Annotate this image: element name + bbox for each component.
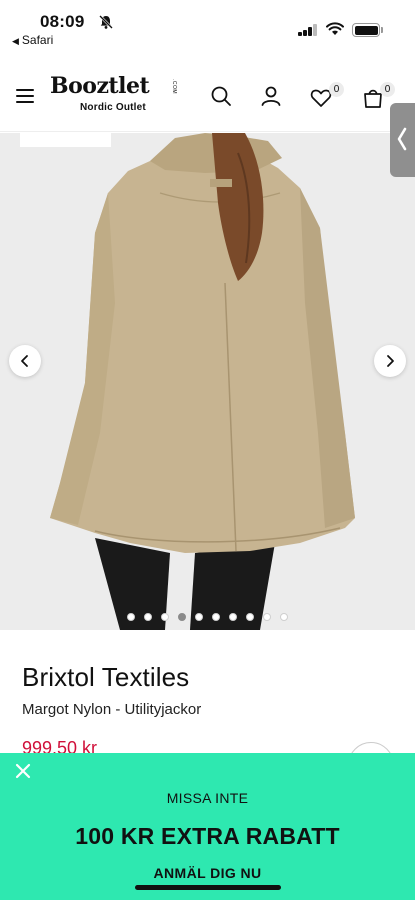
product-name: Margot Nylon - Utilityjackor [22, 701, 202, 718]
gallery-dot[interactable] [246, 613, 254, 621]
logo-subtitle: Nordic Outlet [80, 102, 146, 113]
gallery-dot[interactable] [212, 613, 220, 621]
menu-icon[interactable] [16, 89, 34, 103]
search-icon[interactable] [209, 84, 233, 108]
cellular-signal-icon [298, 24, 318, 36]
side-drawer-tab[interactable] [390, 103, 415, 177]
back-app-label: Safari [21, 33, 54, 47]
gallery-dot[interactable] [263, 613, 271, 621]
chevron-right-icon [387, 355, 394, 367]
gallery-pagination [0, 613, 415, 623]
product-image-gallery[interactable] [0, 133, 415, 630]
product-brand[interactable]: Brixtol Textiles [22, 662, 189, 693]
wishlist-count-badge: 0 [329, 82, 344, 97]
gallery-dot[interactable] [127, 613, 135, 621]
gallery-dot[interactable] [229, 613, 237, 621]
account-icon[interactable] [259, 84, 283, 108]
gallery-dot[interactable] [161, 613, 169, 621]
promo-kicker: MISSA INTE [166, 790, 249, 806]
home-indicator[interactable] [135, 885, 281, 890]
chevron-left-icon [397, 127, 407, 151]
promo-title: 100 KR EXTRA RABATT [75, 823, 340, 849]
status-time: 08:09 [40, 12, 85, 31]
bell-off-icon [99, 15, 113, 29]
booztlet-logo[interactable]: Booztlet .COM Nordic Outlet [50, 73, 180, 121]
close-icon[interactable] [14, 762, 32, 780]
product-photo [0, 133, 415, 630]
promo-signup-link[interactable]: ANMÄL DIG NU [0, 865, 415, 881]
gallery-next-button[interactable] [374, 345, 406, 377]
cart-count-badge: 0 [380, 82, 395, 97]
back-triangle-icon: ◀ [12, 36, 19, 46]
wifi-icon [326, 22, 344, 35]
back-to-app-link[interactable]: ◀ Safari [12, 33, 53, 47]
gallery-dot[interactable] [178, 613, 186, 621]
gallery-dot[interactable] [144, 613, 152, 621]
gallery-dot[interactable] [195, 613, 203, 621]
status-bar: 08:09 ◀ Safari [0, 0, 415, 60]
logo-wordmark: Booztlet [50, 73, 150, 99]
chevron-left-icon [21, 355, 28, 367]
battery-icon [352, 23, 380, 37]
logo-com: .COM [171, 79, 177, 95]
gallery-label-box [20, 133, 111, 147]
gallery-prev-button[interactable] [9, 345, 41, 377]
battery-tip [381, 27, 383, 33]
gallery-dot[interactable] [280, 613, 288, 621]
site-header: Booztlet .COM Nordic Outlet 0 0 [0, 60, 415, 132]
promo-banner[interactable]: MISSA INTE 100 KR EXTRA RABATT ANMÄL DIG… [0, 753, 415, 900]
